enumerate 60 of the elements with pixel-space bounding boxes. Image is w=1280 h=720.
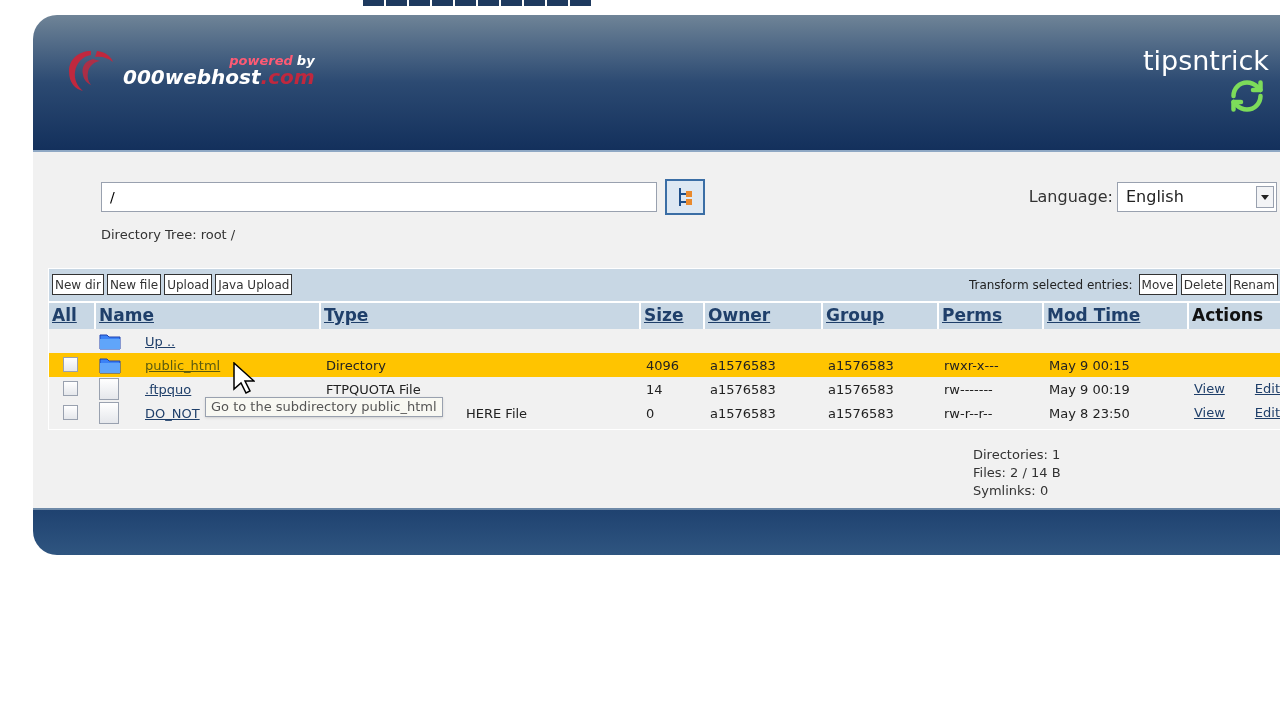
table-cell: a1576583: [828, 381, 894, 397]
table-cell: 14: [646, 381, 663, 397]
transform-label: Transform selected entries:: [968, 276, 1133, 294]
summary-line: Symlinks: 0: [973, 481, 1050, 500]
summary-line: Directories: 1: [973, 445, 1062, 464]
transform-button[interactable]: Delete: [1180, 274, 1227, 295]
transform-button[interactable]: Move: [1138, 274, 1177, 295]
table-cell: rwxr-x---: [944, 357, 999, 373]
action-link[interactable]: Edit: [1254, 402, 1280, 423]
action-link[interactable]: View: [1194, 402, 1225, 423]
file-name-link[interactable]: Up ..: [145, 333, 176, 349]
action-link[interactable]: Edit: [1254, 378, 1280, 399]
transform-button[interactable]: Renam: [1230, 274, 1278, 295]
file-row[interactable]: public_html Directory 4096 a1576583 a1576583 rwxr-x--- May 9 00:15: [49, 352, 1280, 377]
directory-tree-text: Directory Tree: root /: [100, 226, 237, 244]
row-checkbox[interactable]: [63, 357, 78, 372]
site-name: tipsntrick: [1142, 47, 1269, 74]
table-cell: HERE File: [466, 405, 528, 421]
action-link[interactable]: View: [1194, 378, 1225, 399]
file-name-link[interactable]: public_html: [145, 357, 221, 373]
file-name-link[interactable]: DO_NOT: [145, 405, 200, 421]
table-cell: FTPQUOTA File: [326, 381, 421, 397]
column-header: Actions: [1192, 303, 1264, 327]
table-cell: a1576583: [828, 405, 894, 421]
table-cell: a1576583: [710, 381, 776, 397]
mouse-cursor-icon: [233, 362, 255, 394]
summary-line: Files: 2 / 14 B: [973, 463, 1062, 482]
toolbar-button[interactable]: Upload: [164, 274, 213, 295]
powered-label: powered: [229, 53, 293, 67]
row-checkbox[interactable]: [63, 405, 78, 420]
toolbar-button[interactable]: New file: [106, 274, 162, 295]
folder-icon: [99, 355, 121, 374]
directory-tree-button[interactable]: [665, 179, 705, 215]
toolbar-button[interactable]: Java Upload: [215, 274, 293, 295]
row-checkbox[interactable]: [63, 381, 78, 396]
file-name-link[interactable]: .ftpquo: [145, 381, 192, 397]
table-cell: May 8 23:50: [1049, 405, 1130, 421]
table-cell: 4096: [646, 357, 680, 373]
dropdown-caret-icon: [1256, 186, 1274, 208]
table-cell: a1576583: [828, 357, 894, 373]
tooltip: Go to the subdirectory public_html: [205, 397, 443, 417]
file-icon: [99, 401, 119, 424]
by-label: by: [296, 53, 315, 67]
table-cell: a1576583: [710, 405, 776, 421]
table-cell: rw-r--r--: [944, 405, 993, 421]
file-icon: [99, 377, 119, 400]
table-cell: Directory: [326, 357, 386, 373]
language-select[interactable]: English: [1117, 182, 1277, 212]
toolbar-button[interactable]: New dir: [52, 274, 104, 295]
table-cell: a1576583: [710, 357, 776, 373]
path-field[interactable]: /: [101, 182, 657, 212]
sync-icon: [1229, 78, 1265, 114]
table-cell: May 9 00:19: [1049, 381, 1130, 397]
table-cell: May 9 00:15: [1049, 357, 1130, 373]
table-cell: 0: [646, 405, 655, 421]
language-label: Language:: [1028, 186, 1113, 208]
column-header-link[interactable]: Type: [324, 302, 369, 329]
tree-icon: [676, 186, 694, 208]
table-cell: rw-------: [944, 381, 993, 397]
folder-icon: [99, 331, 121, 350]
